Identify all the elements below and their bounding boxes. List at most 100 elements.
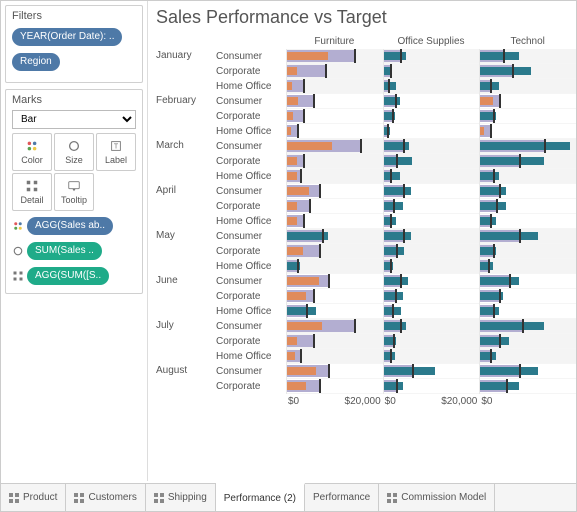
shelf-detail[interactable]: Detail bbox=[12, 173, 52, 211]
tab-performance-2-[interactable]: Performance (2) bbox=[216, 483, 305, 511]
bar-cell[interactable] bbox=[287, 79, 383, 94]
month-block: MarchConsumerCorporateHome Office bbox=[156, 139, 576, 184]
bar-cell[interactable] bbox=[287, 229, 383, 244]
bar-cell[interactable] bbox=[287, 124, 383, 139]
bar-cell[interactable] bbox=[384, 124, 480, 139]
bar-cell[interactable] bbox=[384, 229, 480, 244]
bar-cell[interactable] bbox=[480, 289, 576, 304]
tab-commission-model[interactable]: Commission Model bbox=[379, 484, 495, 511]
tab-performance[interactable]: Performance bbox=[305, 484, 379, 511]
shelf-size[interactable]: Size bbox=[54, 133, 94, 171]
dashboard-icon bbox=[74, 493, 84, 503]
label-icon: T bbox=[109, 139, 123, 153]
bar-cell[interactable] bbox=[287, 349, 383, 364]
bar-cell[interactable] bbox=[287, 139, 383, 154]
bar-cell[interactable] bbox=[480, 109, 576, 124]
bar-cell[interactable] bbox=[384, 274, 480, 289]
bar-cell[interactable] bbox=[384, 259, 480, 274]
marks-pill-2[interactable]: AGG(SUM([S.. bbox=[27, 267, 109, 285]
actual-bar bbox=[480, 277, 518, 285]
tab-product[interactable]: Product bbox=[1, 484, 66, 511]
bar-cell[interactable] bbox=[384, 94, 480, 109]
shelf-color[interactable]: Color bbox=[12, 133, 52, 171]
bar-cell[interactable] bbox=[480, 244, 576, 259]
bar-cell[interactable] bbox=[384, 379, 480, 394]
bar-cell[interactable] bbox=[287, 94, 383, 109]
marks-pill-0[interactable]: AGG(Sales ab.. bbox=[27, 217, 113, 235]
bar-cell[interactable] bbox=[480, 304, 576, 319]
bar-cell[interactable] bbox=[384, 184, 480, 199]
target-mark bbox=[388, 79, 390, 93]
bar-cell[interactable] bbox=[287, 319, 383, 334]
bar-cell[interactable] bbox=[287, 304, 383, 319]
bar-cell[interactable] bbox=[480, 79, 576, 94]
bar-cell[interactable] bbox=[480, 154, 576, 169]
bar-cell[interactable] bbox=[480, 199, 576, 214]
bar-cell[interactable] bbox=[480, 64, 576, 79]
bar-cell[interactable] bbox=[384, 319, 480, 334]
bar-cell[interactable] bbox=[480, 229, 576, 244]
bar-cell[interactable] bbox=[287, 259, 383, 274]
bar-cell[interactable] bbox=[384, 334, 480, 349]
bar-cell[interactable] bbox=[480, 49, 576, 64]
bar-cell[interactable] bbox=[287, 214, 383, 229]
bar-cell[interactable] bbox=[287, 154, 383, 169]
category-column bbox=[479, 139, 576, 184]
bar-cell[interactable] bbox=[384, 364, 480, 379]
bar-cell[interactable] bbox=[384, 169, 480, 184]
bar-cell[interactable] bbox=[287, 334, 383, 349]
bar-cell[interactable] bbox=[480, 169, 576, 184]
bar-cell[interactable] bbox=[287, 379, 383, 394]
target-mark bbox=[354, 319, 356, 333]
actual-bar bbox=[287, 67, 297, 75]
bar-cell[interactable] bbox=[480, 334, 576, 349]
bar-cell[interactable] bbox=[480, 259, 576, 274]
marks-pill-row-2[interactable]: AGG(SUM([S.. bbox=[12, 265, 136, 287]
bar-cell[interactable] bbox=[287, 199, 383, 214]
bar-cell[interactable] bbox=[480, 124, 576, 139]
bar-cell[interactable] bbox=[480, 319, 576, 334]
bar-cell[interactable] bbox=[384, 244, 480, 259]
bar-cell[interactable] bbox=[287, 109, 383, 124]
shelf-label[interactable]: T Label bbox=[96, 133, 136, 171]
bar-cell[interactable] bbox=[384, 214, 480, 229]
bar-cell[interactable] bbox=[384, 64, 480, 79]
bar-cell[interactable] bbox=[384, 139, 480, 154]
bar-cell[interactable] bbox=[480, 139, 576, 154]
bar-cell[interactable] bbox=[384, 349, 480, 364]
bar-cell[interactable] bbox=[287, 49, 383, 64]
marks-pill-row-0[interactable]: AGG(Sales ab.. bbox=[12, 215, 136, 237]
bar-cell[interactable] bbox=[480, 214, 576, 229]
bar-cell[interactable] bbox=[287, 64, 383, 79]
actual-bar bbox=[384, 187, 411, 195]
tab-customers[interactable]: Customers bbox=[66, 484, 145, 511]
bar-cell[interactable] bbox=[287, 244, 383, 259]
bar-cell[interactable] bbox=[287, 289, 383, 304]
bar-cell[interactable] bbox=[287, 169, 383, 184]
tab-shipping[interactable]: Shipping bbox=[146, 484, 216, 511]
bar-cell[interactable] bbox=[480, 364, 576, 379]
filter-pill-year[interactable]: YEAR(Order Date): .. bbox=[12, 28, 122, 46]
bar-cell[interactable] bbox=[287, 274, 383, 289]
bar-cell[interactable] bbox=[287, 364, 383, 379]
bar-cell[interactable] bbox=[480, 349, 576, 364]
bar-cell[interactable] bbox=[384, 79, 480, 94]
bar-cell[interactable] bbox=[384, 304, 480, 319]
segment-label: Corporate bbox=[216, 154, 286, 169]
bar-cell[interactable] bbox=[384, 289, 480, 304]
bar-cell[interactable] bbox=[287, 184, 383, 199]
bar-cell[interactable] bbox=[384, 49, 480, 64]
bar-cell[interactable] bbox=[480, 184, 576, 199]
marks-pill-1[interactable]: SUM(Sales .. bbox=[27, 242, 102, 260]
bar-cell[interactable] bbox=[480, 94, 576, 109]
bar-cell[interactable] bbox=[480, 274, 576, 289]
shelf-tooltip[interactable]: Tooltip bbox=[54, 173, 94, 211]
bar-cell[interactable] bbox=[480, 379, 576, 394]
bar-cell[interactable] bbox=[384, 199, 480, 214]
filter-pill-region[interactable]: Region bbox=[12, 53, 60, 71]
bar-cell[interactable] bbox=[384, 109, 480, 124]
marks-pill-row-1[interactable]: SUM(Sales .. bbox=[12, 240, 136, 262]
actual-bar bbox=[287, 187, 309, 195]
bar-cell[interactable] bbox=[384, 154, 480, 169]
mark-type-select[interactable]: Bar bbox=[12, 110, 136, 129]
